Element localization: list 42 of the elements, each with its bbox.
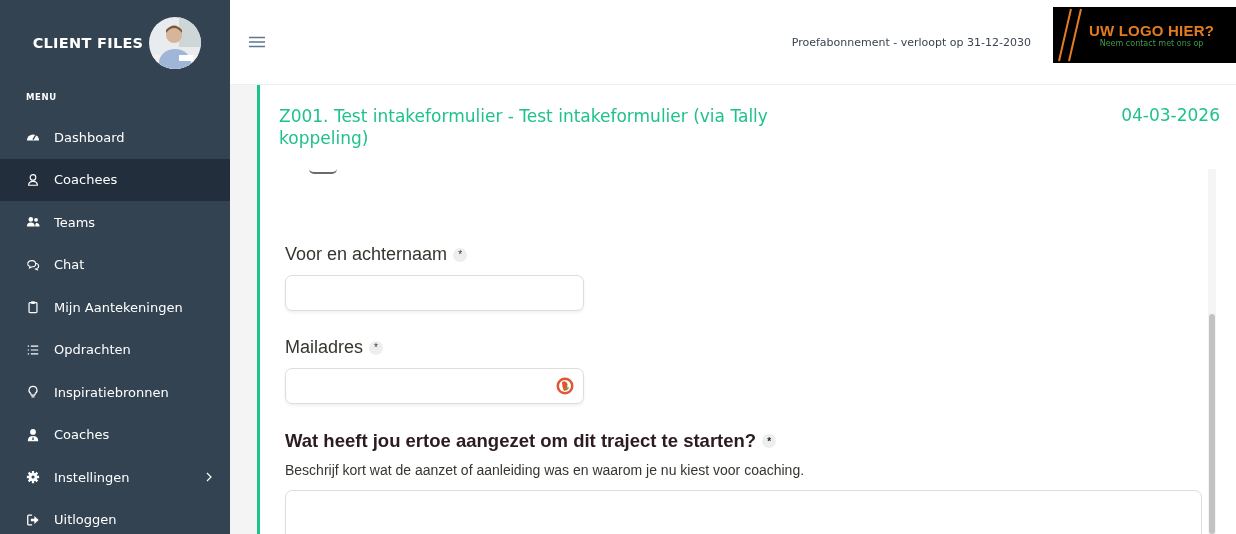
scrollbar-thumb[interactable] — [1209, 314, 1215, 534]
menu-button[interactable] — [249, 36, 265, 48]
sidebar-item[interactable]: Coaches — [0, 413, 230, 456]
exit-icon — [26, 512, 40, 527]
required-marker: * — [453, 247, 468, 262]
question-description: Beschrijf kort wat de aanzet of aanleiding was en waarom je nu kiest voor coaching. — [285, 462, 806, 478]
question-label: Mailadres — [285, 337, 364, 358]
logo-subtitle: Neem contact met ons op — [1099, 38, 1204, 48]
logo-placeholder[interactable]: UW LOGO HIER? Neem contact met ons op — [1053, 6, 1236, 63]
required-marker: * — [762, 434, 777, 448]
gear-icon — [26, 470, 40, 485]
duck-icon — [556, 377, 574, 395]
sidebar-item[interactable]: Teams — [0, 201, 230, 244]
sidebar-item[interactable]: Coachees — [0, 158, 230, 201]
list-icon — [26, 342, 40, 357]
sidebar-item[interactable]: Mijn Aantekeningen — [0, 286, 230, 329]
required-marker: * — [369, 340, 384, 355]
subscription-notice: Proefabonnement - verloopt op 31-12-2030 — [791, 35, 1031, 49]
sidebar-item[interactable]: Chat — [0, 243, 230, 286]
logo-title: UW LOGO HIER? — [1089, 21, 1215, 39]
person-with-tie-icon — [26, 427, 40, 442]
question-label: Wat heeft jou ertoe aangezet om dit traject te starten? — [285, 430, 757, 452]
text-field[interactable] — [285, 275, 584, 311]
answer-box[interactable] — [285, 490, 1202, 534]
sidebar-item[interactable]: Opdrachten — [0, 328, 230, 371]
partial-element — [309, 169, 337, 174]
slash-lines-icon — [1057, 6, 1085, 63]
menu-icon — [249, 36, 265, 48]
question-label: Voor en achternaam — [285, 244, 448, 265]
page-date: 04-03-2026 — [1121, 105, 1220, 127]
person-icon — [26, 172, 40, 187]
page-title: Z001. Test intakeformulier - Test intakeformulier (via Tally koppeling) — [279, 105, 769, 149]
lightbulb-icon — [26, 385, 40, 400]
chat-bubbles-icon — [26, 257, 40, 272]
sidebar-item[interactable]: Uitloggen — [0, 498, 230, 534]
menu-heading: MENU — [25, 91, 58, 104]
sidebar-item[interactable]: Inspiratiebronnen — [0, 371, 230, 414]
sidebar-item[interactable]: Instellingen — [0, 456, 230, 499]
clipboard-icon — [26, 300, 40, 315]
sidebar-item[interactable]: Dashboard — [0, 116, 230, 159]
app-title: CLIENT FILES — [32, 34, 144, 51]
email-field[interactable] — [285, 368, 584, 404]
